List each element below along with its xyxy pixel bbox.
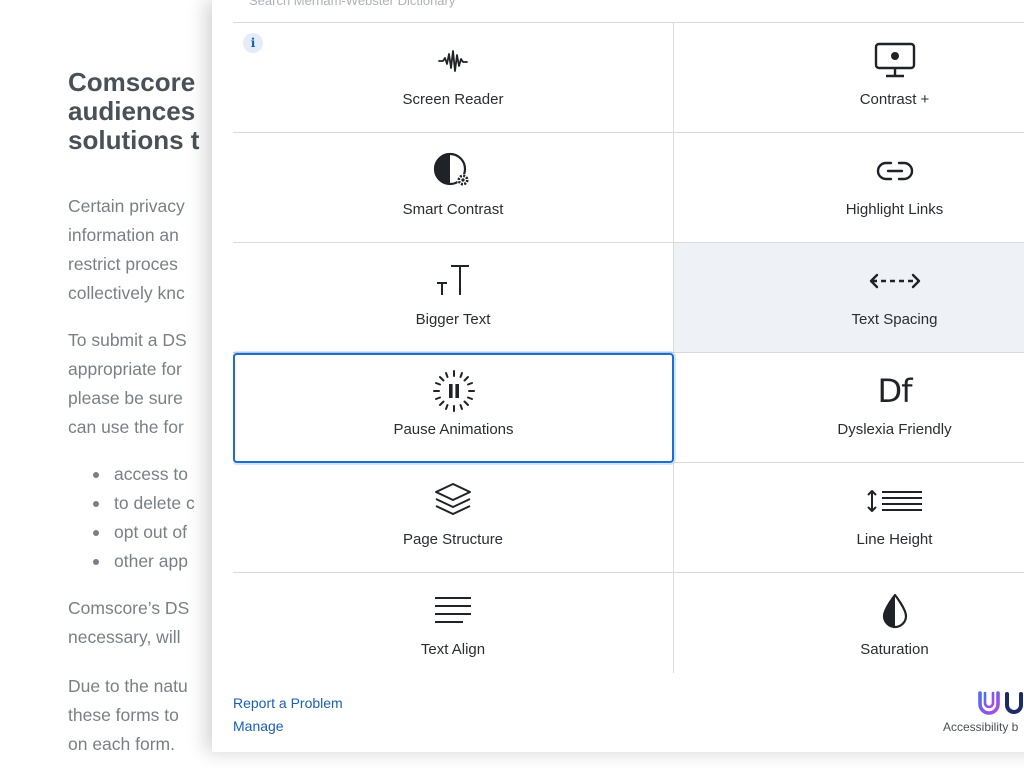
accessibility-feature-grid: i Screen Reader Contrast + Smart Contras… <box>233 23 1024 673</box>
waveform-icon <box>233 43 673 79</box>
list-item: opt out of <box>88 518 195 547</box>
pause-icon <box>235 370 672 412</box>
text-spacing-icon <box>674 263 1024 299</box>
dictionary-search-input[interactable] <box>249 0 749 9</box>
tile-label: Contrast + <box>859 91 930 108</box>
monitor-icon <box>674 42 1024 79</box>
tile-label: Text Spacing <box>851 311 938 328</box>
line-height-icon <box>674 483 1024 519</box>
dyslexia-icon-glyph: Df <box>877 372 913 410</box>
userway-logo <box>977 688 1024 718</box>
request-type-list: access to to delete c opt out of other a… <box>88 460 195 576</box>
tile-label: Smart Contrast <box>402 201 504 218</box>
brand-caption: Accessibility b <box>943 720 1019 734</box>
manage-link[interactable]: Manage <box>233 718 284 734</box>
list-item: to delete c <box>88 489 195 518</box>
accessibility-panel: i Screen Reader Contrast + <box>212 0 1024 752</box>
tile-text-align[interactable]: Text Align <box>233 573 674 673</box>
tile-saturation[interactable]: Saturation <box>674 573 1024 673</box>
tile-line-height[interactable]: Line Height <box>674 463 1024 573</box>
tile-pause-animations[interactable]: Pause Animations <box>233 353 674 463</box>
tile-contrast-plus[interactable]: Contrast + <box>674 23 1024 133</box>
tile-text-spacing[interactable]: Text Spacing <box>674 243 1024 353</box>
tile-label: Line Height <box>856 531 933 548</box>
tile-page-structure[interactable]: Page Structure <box>233 463 674 573</box>
tile-label: Saturation <box>860 641 929 658</box>
tile-highlight-links[interactable]: Highlight Links <box>674 133 1024 243</box>
list-item: access to <box>88 460 195 489</box>
droplet-icon <box>674 593 1024 629</box>
text-size-icon <box>233 263 673 299</box>
contrast-gear-icon <box>233 152 673 189</box>
tile-smart-contrast[interactable]: Smart Contrast <box>233 133 674 243</box>
list-item: other app <box>88 547 195 576</box>
tile-label: Highlight Links <box>845 201 944 218</box>
info-icon[interactable]: i <box>243 33 263 53</box>
dictionary-search <box>233 0 1024 23</box>
tile-label: Page Structure <box>402 531 504 548</box>
report-problem-link[interactable]: Report a Problem <box>233 695 343 711</box>
tile-label: Bigger Text <box>415 311 491 328</box>
layers-icon <box>233 483 673 519</box>
tile-label: Dyslexia Friendly <box>837 421 952 438</box>
tile-label: Screen Reader <box>402 91 504 108</box>
tile-screen-reader[interactable]: Screen Reader <box>233 23 674 133</box>
tile-label: Text Align <box>420 641 486 658</box>
link-icon <box>674 153 1024 189</box>
tile-bigger-text[interactable]: Bigger Text <box>233 243 674 353</box>
dyslexia-icon: Df <box>674 372 1024 410</box>
tile-label: Pause Animations <box>393 421 514 438</box>
text-align-icon <box>233 593 673 629</box>
tile-dyslexia-friendly[interactable]: Df Dyslexia Friendly <box>674 353 1024 463</box>
